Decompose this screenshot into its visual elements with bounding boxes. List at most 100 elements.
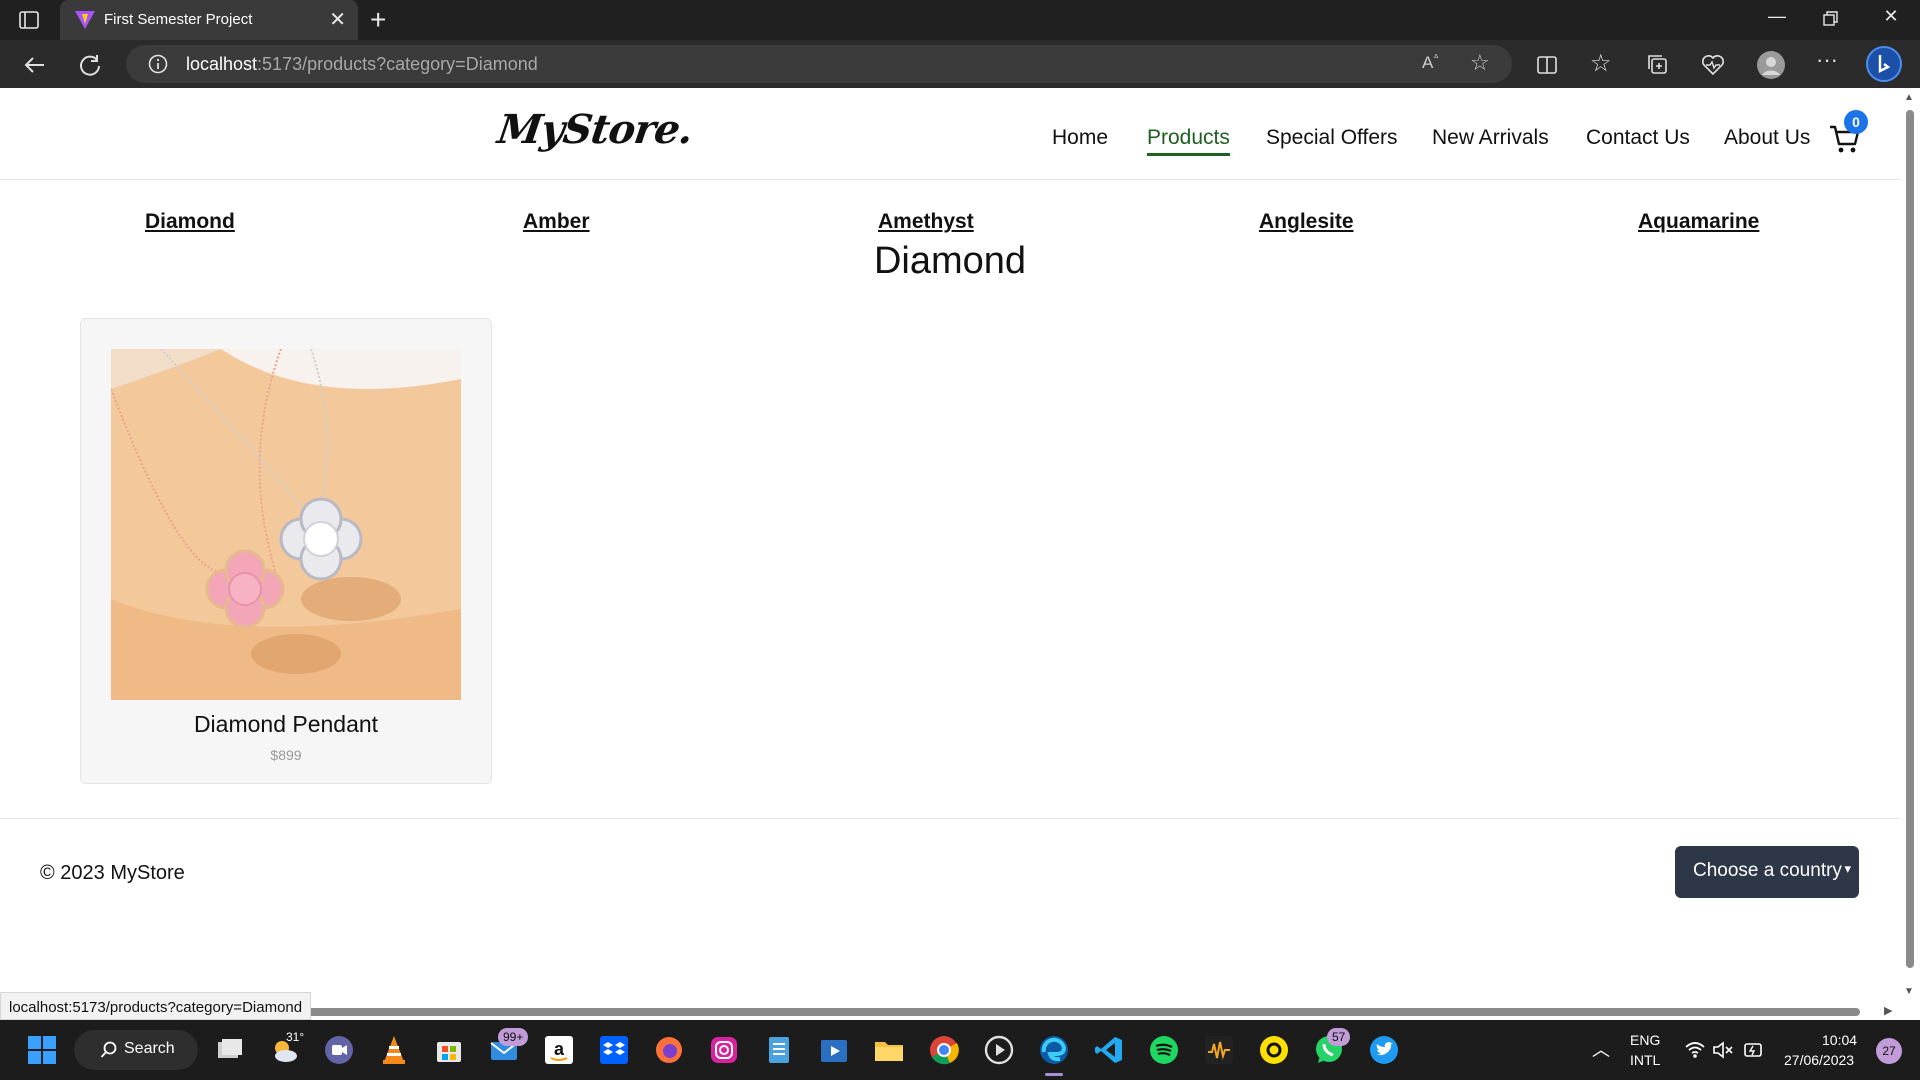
amazon-icon[interactable]: a	[543, 1034, 575, 1066]
video-player-icon[interactable]	[818, 1034, 850, 1066]
windows-taskbar: Search 31° 99+ a 57 ︿ ENG INTL 10:04 27/…	[0, 1020, 1920, 1080]
category-link-diamond[interactable]: Diamond	[145, 210, 235, 234]
windows-start-icon[interactable]	[26, 1034, 58, 1066]
favorite-star-icon[interactable]: ☆	[1470, 50, 1490, 76]
refresh-icon[interactable]	[77, 52, 103, 78]
link-status-tooltip: localhost:5173/products?category=Diamond	[0, 992, 312, 1020]
twitter-icon[interactable]	[1368, 1034, 1400, 1066]
product-name[interactable]: Diamond Pendant	[81, 711, 491, 738]
vlc-icon[interactable]	[378, 1034, 410, 1066]
footer-divider	[0, 818, 1900, 819]
whatsapp-app[interactable]: 57	[1313, 1028, 1351, 1066]
edge-icon[interactable]	[1038, 1034, 1070, 1066]
vite-favicon-icon	[75, 11, 95, 29]
instagram-icon[interactable]	[708, 1034, 740, 1066]
product-price: $899	[270, 747, 302, 763]
language-bottom[interactable]: INTL	[1630, 1052, 1660, 1068]
task-view-icon[interactable]	[214, 1034, 246, 1066]
favorites-icon[interactable]: ☆	[1590, 49, 1616, 77]
footer-copyright: © 2023 MyStore	[40, 862, 185, 884]
nav-about-us[interactable]: About Us	[1724, 126, 1810, 150]
file-explorer-icon[interactable]	[873, 1034, 905, 1066]
category-link-amethyst[interactable]: Amethyst	[878, 210, 974, 234]
microsoft-store-icon[interactable]	[433, 1034, 465, 1066]
mail-badge: 99+	[498, 1028, 529, 1046]
spotify-icon[interactable]	[1148, 1034, 1180, 1066]
scroll-right-arrow-icon[interactable]: ▶	[1884, 1004, 1892, 1017]
taskbar-search[interactable]: Search	[74, 1030, 198, 1070]
weather-widget[interactable]: 31°	[268, 1030, 304, 1066]
clock-date[interactable]: 27/06/2023	[1784, 1052, 1854, 1068]
tray-overflow-chevron-icon[interactable]: ︿	[1592, 1036, 1610, 1062]
address-path: :5173/products?category=Diamond	[257, 54, 538, 74]
browser-tab[interactable]: First Semester Project ✕	[60, 0, 358, 40]
search-label: Search	[124, 1040, 175, 1057]
vscode-icon[interactable]	[1093, 1034, 1125, 1066]
address-url[interactable]: localhost:5173/products?category=Diamond	[186, 54, 538, 75]
new-tab-button[interactable]: +	[370, 4, 386, 36]
site-logo[interactable]: MyStore.	[495, 106, 696, 153]
tab-title: First Semester Project	[104, 11, 253, 28]
nav-contact-us[interactable]: Contact Us	[1586, 126, 1690, 150]
dropbox-icon[interactable]	[598, 1034, 630, 1066]
country-select-value: Choose a country	[1693, 860, 1842, 881]
address-bar[interactable]: localhost:5173/products?category=Diamond…	[126, 45, 1512, 83]
scroll-up-arrow-icon[interactable]: ▲	[1904, 92, 1914, 103]
split-screen-icon[interactable]	[1534, 52, 1560, 78]
cart-count-badge: 0	[1844, 110, 1868, 134]
back-icon[interactable]	[22, 52, 48, 78]
product-card[interactable]: Diamond Pendant $899	[80, 318, 492, 784]
address-host: localhost	[186, 54, 258, 74]
firefox-icon[interactable]	[653, 1034, 685, 1066]
media-player-icon[interactable]	[983, 1034, 1015, 1066]
country-select[interactable]: Choose a country ▾	[1675, 846, 1859, 898]
notification-count-badge[interactable]: 27	[1876, 1038, 1902, 1064]
tab-actions-icon[interactable]	[18, 9, 40, 31]
category-link-anglesite[interactable]: Anglesite	[1259, 210, 1354, 234]
chevron-down-icon: ▾	[1844, 861, 1851, 876]
site-header: MyStore. Home Products Special Offers Ne…	[0, 88, 1900, 180]
tab-close-icon[interactable]: ✕	[329, 7, 346, 32]
vertical-scrollbar[interactable]: ▲ ▼	[1900, 88, 1920, 1006]
weather-temp: 31°	[286, 1030, 305, 1044]
whatsapp-badge: 57	[1327, 1028, 1351, 1046]
more-options-icon[interactable]: ···	[1816, 47, 1842, 73]
minimize-icon[interactable]: —	[1762, 6, 1792, 27]
bing-chat-icon[interactable]	[1866, 46, 1902, 82]
browser-toolbar: localhost:5173/products?category=Diamond…	[0, 40, 1920, 88]
scroll-down-arrow-icon[interactable]: ▼	[1904, 986, 1914, 997]
profile-avatar-icon[interactable]	[1756, 50, 1786, 80]
nav-home[interactable]: Home	[1052, 126, 1108, 150]
clock-time[interactable]: 10:04	[1822, 1032, 1857, 1048]
svg-text:a: a	[554, 1039, 565, 1059]
search-icon	[100, 1041, 117, 1058]
product-image[interactable]	[111, 349, 461, 700]
yellow-app-icon[interactable]	[1258, 1034, 1290, 1066]
vertical-scroll-thumb[interactable]	[1906, 110, 1914, 968]
page-viewport: MyStore. Home Products Special Offers Ne…	[0, 88, 1900, 1006]
horizontal-scroll-thumb[interactable]	[300, 1008, 1860, 1016]
category-link-amber[interactable]: Amber	[523, 210, 590, 234]
browser-essentials-icon[interactable]	[1700, 52, 1726, 78]
read-aloud-icon[interactable]: Aᐞ	[1422, 53, 1439, 73]
language-top[interactable]: ENG	[1630, 1032, 1660, 1048]
page-title: Diamond	[873, 240, 1027, 282]
volume-muted-icon[interactable]	[1712, 1040, 1734, 1060]
nav-products[interactable]: Products	[1147, 126, 1230, 156]
close-window-icon[interactable]: ✕	[1876, 6, 1906, 27]
restore-icon[interactable]	[1822, 10, 1840, 28]
browser-titlebar: First Semester Project ✕ + — ✕	[0, 0, 1920, 40]
notepad-icon[interactable]	[763, 1034, 795, 1066]
edge-active-indicator	[1045, 1073, 1063, 1076]
wifi-icon[interactable]	[1684, 1040, 1706, 1060]
audio-app-icon[interactable]	[1203, 1034, 1235, 1066]
chrome-icon[interactable]	[928, 1034, 960, 1066]
battery-icon[interactable]	[1742, 1040, 1764, 1060]
teams-meet-icon[interactable]	[323, 1034, 355, 1066]
collections-icon[interactable]	[1645, 52, 1671, 78]
nav-special-offers[interactable]: Special Offers	[1266, 126, 1398, 150]
nav-new-arrivals[interactable]: New Arrivals	[1432, 126, 1549, 150]
mail-app[interactable]: 99+	[488, 1028, 529, 1066]
site-info-icon[interactable]	[148, 54, 168, 74]
category-link-aquamarine[interactable]: Aquamarine	[1638, 210, 1759, 234]
